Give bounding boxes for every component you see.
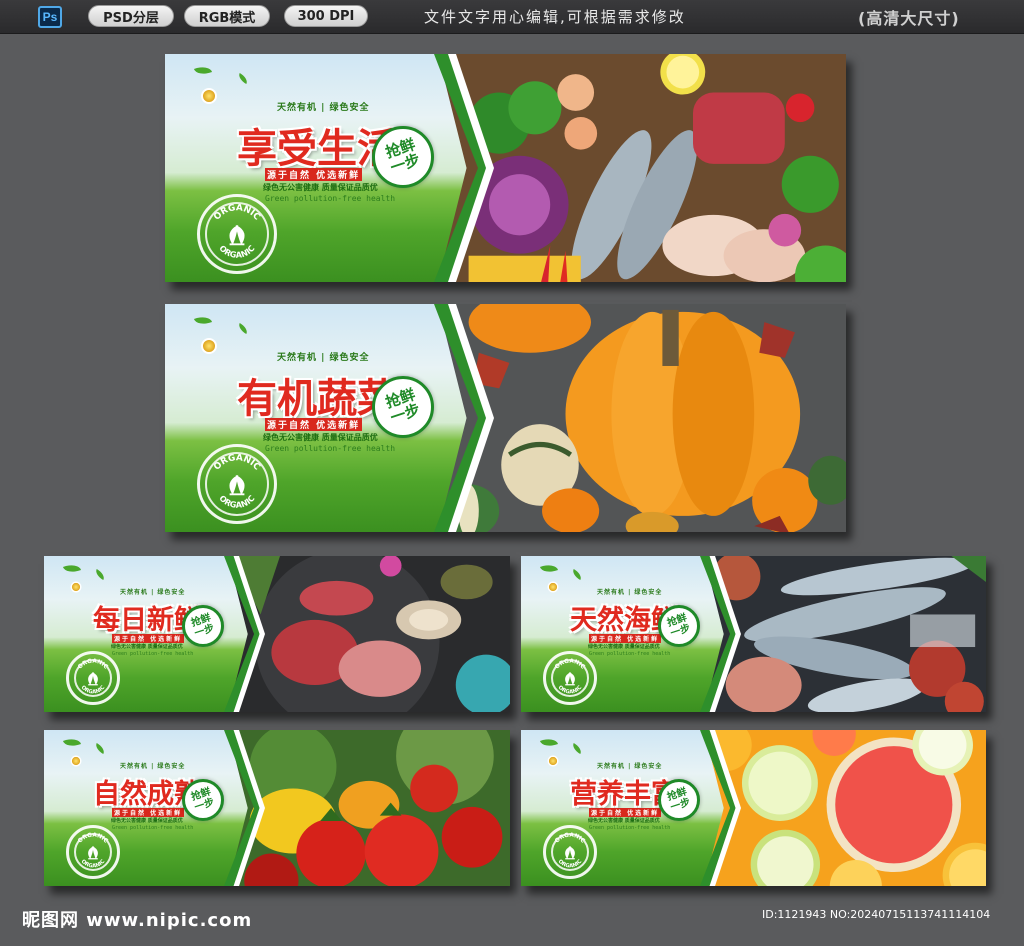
organic-stamp: ORGANIC ORGANIC [543,825,597,879]
medal-icon [70,755,82,767]
svg-text:ORGANIC: ORGANIC [80,859,107,870]
psd-layers-pill: PSD分层 [88,5,174,27]
banner-subtitle: 源于自然 优选新鲜 [265,168,363,181]
fresh-badge: 抢鲜 一步 [658,605,700,647]
fresh-badge: 抢鲜 一步 [182,605,224,647]
svg-text:ORGANIC: ORGANIC [554,833,585,845]
banner-photo-citrus-slices [704,730,986,886]
organic-stamp: ORGANIC ORGANIC [66,825,120,879]
organic-stamp: ORGANIC ORGANIC [66,651,120,705]
banner-line-en: Green pollution-free health [112,825,194,831]
nipic-logo: 昵图网 www.nipic.com [22,906,252,932]
banner-photo-mixed-fresh-food [438,54,846,282]
banner-line-cn: 绿色无公害健康 质量保证品质优 [263,433,378,442]
badge-text: 抢鲜 一步 [383,385,423,427]
dpi-pill: 300 DPI [284,5,368,27]
tagline: 天然有机 | 绿色安全 [597,763,663,770]
footer-url: www.nipic.com [86,910,253,931]
badge-text: 抢鲜 一步 [665,611,692,639]
svg-text:ORGANIC: ORGANIC [212,453,262,472]
banner-line-en: Green pollution-free health [265,194,396,203]
svg-text:ORGANIC: ORGANIC [77,659,108,671]
medal-icon [201,88,217,104]
badge-text: 抢鲜 一步 [665,785,692,813]
banner-line-en: Green pollution-free health [589,825,671,831]
tagline: 天然有机 | 绿色安全 [120,763,186,770]
image-id: ID:1121943 NO:20240715113741114104 [762,908,991,921]
banner-photo-pumpkins [438,304,846,532]
badge-text: 抢鲜 一步 [383,135,423,177]
banner-6: 天然有机 | 绿色安全 营养丰富 源于自然 优选新鲜 绿色无公害健康 质量保证品… [521,730,986,886]
organic-stamp: ORGANIC ORGANIC [543,651,597,705]
medal-icon [547,581,559,593]
banner-line-cn: 绿色无公害健康 质量保证品质优 [263,183,378,192]
green-chevron [224,556,265,712]
fresh-badge: 抢鲜 一步 [372,126,434,188]
green-chevron [224,730,265,886]
svg-text:ORGANIC: ORGANIC [212,203,262,222]
edit-notice: 文件文字用心编辑,可根据需求修改 [424,8,686,26]
tagline: 天然有机 | 绿色安全 [597,589,663,596]
photoshop-icon: Ps [38,6,62,28]
badge-text: 抢鲜 一步 [189,785,216,813]
rgb-mode-pill: RGB模式 [184,5,270,27]
banner-line-cn: 绿色无公害健康 质量保证品质优 [111,818,183,824]
banner-line-cn: 绿色无公害健康 质量保证品质优 [588,818,660,824]
banner-line-cn: 绿色无公害健康 质量保证品质优 [111,644,183,650]
medal-icon [70,581,82,593]
badge-text: 抢鲜 一步 [189,611,216,639]
svg-text:ORGANIC: ORGANIC [77,833,108,845]
banner-line-en: Green pollution-free health [265,444,396,453]
tagline: 天然有机 | 绿色安全 [120,589,186,596]
organic-stamp: ORGANIC ORGANIC [197,194,277,274]
banner-line-cn: 绿色无公害健康 质量保证品质优 [588,644,660,650]
organic-stamp: ORGANIC ORGANIC [197,444,277,524]
green-chevron [700,730,741,886]
banner-line-en: Green pollution-free health [589,651,671,657]
banner-2: 天然有机 | 绿色安全 有机蔬菜 源于自然 优选新鲜 绿色无公害健康 质量保证品… [165,304,846,532]
banner-photo-raw-meat-seafood [228,556,510,712]
svg-text:ORGANIC: ORGANIC [217,243,256,260]
tagline: 天然有机 | 绿色安全 [277,353,370,363]
banner-4: 天然有机 | 绿色安全 天然海鲜 源于自然 优选新鲜 绿色无公害健康 质量保证品… [521,556,986,712]
svg-text:ORGANIC: ORGANIC [554,659,585,671]
medal-icon [201,338,217,354]
banner-subtitle: 源于自然 优选新鲜 [589,634,662,643]
svg-text:ORGANIC: ORGANIC [217,493,256,510]
svg-text:ORGANIC: ORGANIC [557,685,584,696]
banner-subtitle: 源于自然 优选新鲜 [589,808,662,817]
top-bar: Ps PSD分层 RGB模式 300 DPI 文件文字用心编辑,可根据需求修改 … [0,0,1024,34]
fresh-badge: 抢鲜 一步 [658,779,700,821]
footer-logo-text: 昵图网 [22,910,79,931]
banner-subtitle: 源于自然 优选新鲜 [112,634,185,643]
banner-subtitle: 源于自然 优选新鲜 [112,808,185,817]
svg-text:ORGANIC: ORGANIC [80,685,107,696]
banner-1: 天然有机 | 绿色安全 享受生活 源于自然 优选新鲜 绿色无公害健康 质量保证品… [165,54,846,282]
banner-line-en: Green pollution-free health [112,651,194,657]
banner-subtitle: 源于自然 优选新鲜 [265,418,363,431]
banner-5: 天然有机 | 绿色安全 自然成熟 源于自然 优选新鲜 绿色无公害健康 质量保证品… [44,730,510,886]
svg-text:ORGANIC: ORGANIC [557,859,584,870]
tagline: 天然有机 | 绿色安全 [277,103,370,113]
green-chevron [700,556,741,712]
fresh-badge: 抢鲜 一步 [372,376,434,438]
green-chevron [434,54,494,282]
hd-label: (高清大尺寸) [858,9,960,28]
banner-photo-tomatoes [228,730,510,886]
banner-photo-fresh-fish [704,556,986,712]
fresh-badge: 抢鲜 一步 [182,779,224,821]
banner-3: 天然有机 | 绿色安全 每日新鲜 源于自然 优选新鲜 绿色无公害健康 质量保证品… [44,556,510,712]
green-chevron [434,304,494,532]
medal-icon [547,755,559,767]
